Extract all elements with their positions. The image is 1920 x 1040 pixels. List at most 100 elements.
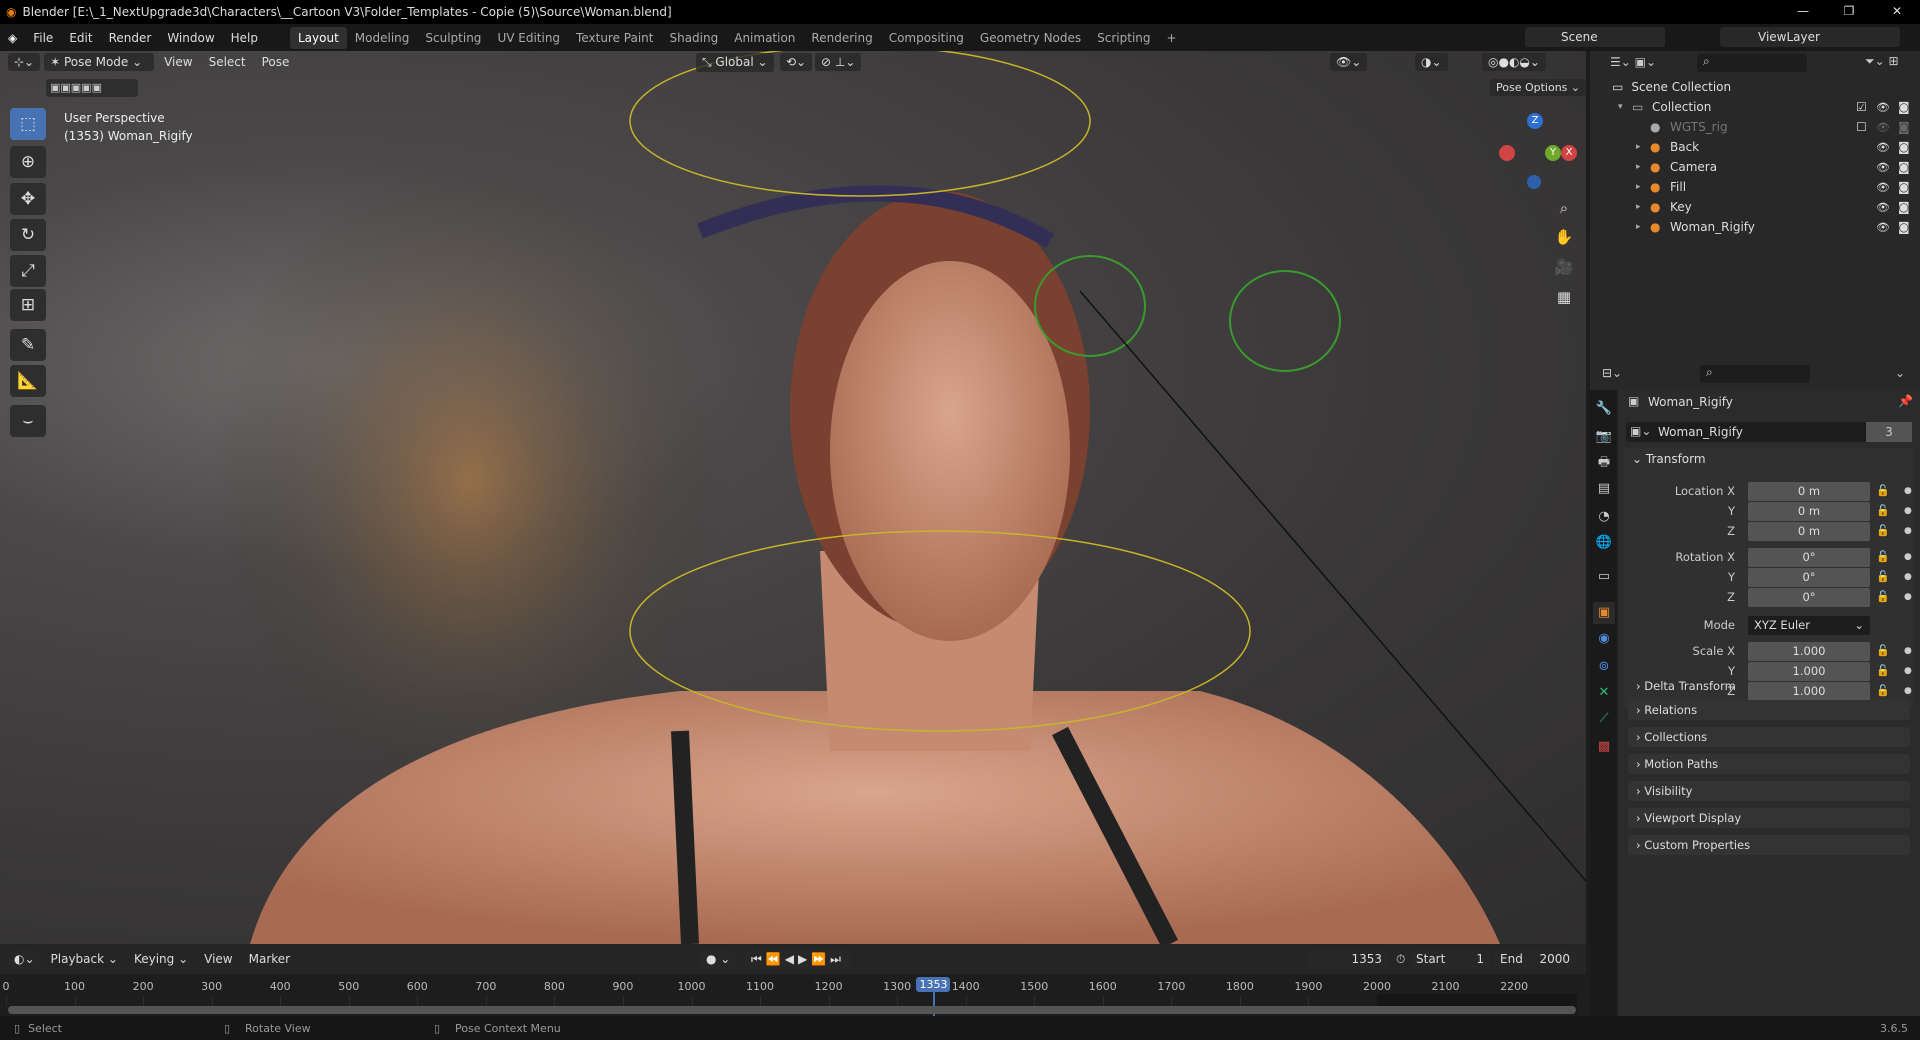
outliner-item[interactable]: ● WGTS_rig 👁 ◙ ☐: [1590, 117, 1920, 137]
object-data-armature-tab-icon[interactable]: ✕: [1593, 682, 1615, 704]
tab-geometry-nodes[interactable]: Geometry Nodes: [972, 27, 1089, 49]
keyframe-dot-icon[interactable]: ●: [1904, 486, 1912, 496]
menu-help[interactable]: Help: [223, 31, 266, 45]
timeline-scrollbar[interactable]: [8, 1006, 1576, 1014]
blender-menu-icon[interactable]: ◈: [0, 31, 25, 45]
orientation-selector[interactable]: ⤡ Global ⌄: [696, 52, 774, 72]
timeline[interactable]: ◐⌄ Playback ⌄ Keying ⌄ View Marker ● ⌄ ⏮…: [0, 944, 1586, 1016]
panel-collections[interactable]: › Collections: [1628, 727, 1910, 747]
delta-transform-panel[interactable]: › Delta Transform: [1628, 676, 1910, 696]
panel-visibility[interactable]: › Visibility: [1628, 781, 1910, 801]
eye-icon[interactable]: 👁: [1876, 181, 1890, 194]
transform-panel-header[interactable]: ⌄ Transform: [1632, 452, 1706, 466]
editor-type-icon[interactable]: ⊹⌄: [8, 53, 41, 71]
scene-selector[interactable]: Scene: [1525, 27, 1665, 47]
panel-viewport-display[interactable]: › Viewport Display: [1628, 808, 1910, 828]
eye-icon[interactable]: 👁: [1876, 101, 1890, 114]
menu-file[interactable]: File: [25, 31, 61, 45]
outliner-item[interactable]: ▸ ● Key 👁 ◙: [1590, 197, 1920, 217]
render-camera-icon[interactable]: ◙: [1898, 160, 1910, 174]
panel-relations[interactable]: › Relations: [1628, 700, 1910, 720]
close-button[interactable]: ✕: [1874, 0, 1920, 24]
transform-field[interactable]: 0°: [1748, 568, 1870, 587]
tab-uv-editing[interactable]: UV Editing: [489, 27, 568, 49]
keyframe-dot-icon[interactable]: ●: [1904, 666, 1912, 676]
outliner-item[interactable]: ▸ ● Back 👁 ◙: [1590, 137, 1920, 157]
scale-tool[interactable]: ⤢: [10, 255, 46, 287]
keyframe-dot-icon[interactable]: ●: [1904, 646, 1912, 656]
transform-field[interactable]: 0°: [1748, 548, 1870, 567]
measure-tool[interactable]: 📐: [10, 365, 46, 397]
keyframe-dot-icon[interactable]: ●: [1904, 552, 1912, 562]
outliner-item[interactable]: ▸ ● Woman_Rigify 👁 ◙: [1590, 217, 1920, 237]
menu-render[interactable]: Render: [101, 31, 160, 45]
3d-viewport[interactable]: User Perspective (1353) Woman_Rigify ⬚ ⊕…: [0, 51, 1586, 944]
outliner-item[interactable]: ▸ ● Camera 👁 ◙: [1590, 157, 1920, 177]
tab-rendering[interactable]: Rendering: [803, 27, 880, 49]
transform-tool[interactable]: ⊞: [10, 289, 46, 321]
transform-field[interactable]: 1.000: [1748, 642, 1870, 661]
perspective-grid-icon[interactable]: ▦: [1552, 285, 1576, 309]
tab-scripting[interactable]: Scripting: [1089, 27, 1158, 49]
select-box-tool[interactable]: ⬚: [10, 108, 46, 140]
eye-icon[interactable]: 👁: [1876, 141, 1890, 154]
rotation-mode-dropdown[interactable]: XYZ Euler ⌄: [1748, 616, 1870, 635]
expand-arrow-icon[interactable]: ▾: [1618, 102, 1632, 112]
move-tool[interactable]: ✥: [10, 183, 46, 215]
outliner-search[interactable]: ⌕: [1697, 54, 1807, 72]
transform-field[interactable]: 0 m: [1748, 502, 1870, 521]
tool-tab-icon[interactable]: 🔧: [1593, 398, 1615, 420]
user-count[interactable]: 3: [1866, 422, 1912, 442]
camera-view-icon[interactable]: 🎥: [1552, 255, 1576, 279]
gizmo-y-axis[interactable]: Y: [1545, 145, 1561, 161]
relax-tool[interactable]: ⌣: [10, 405, 46, 437]
exclude-checkbox[interactable]: ☐: [1856, 120, 1867, 134]
zoom-icon[interactable]: ⌕: [1552, 196, 1576, 220]
expand-arrow-icon[interactable]: ▸: [1636, 142, 1650, 152]
keyframe-dot-icon[interactable]: ●: [1904, 506, 1912, 516]
keyframe-dot-icon[interactable]: ●: [1904, 592, 1912, 602]
object-type-icon[interactable]: ▣⌄: [1630, 424, 1651, 438]
render-camera-icon[interactable]: ◙: [1898, 180, 1910, 194]
lock-icon[interactable]: 🔓: [1876, 550, 1890, 563]
mode-selector[interactable]: ✶ Pose Mode ⌄: [44, 53, 155, 71]
bone-tab-icon[interactable]: ⟋: [1593, 708, 1615, 730]
overlays-icon[interactable]: ◑⌄: [1415, 53, 1448, 71]
tab-modeling[interactable]: Modeling: [347, 27, 418, 49]
tab-compositing[interactable]: Compositing: [881, 27, 972, 49]
lock-icon[interactable]: 🔓: [1876, 484, 1890, 497]
transform-field[interactable]: 0°: [1748, 588, 1870, 607]
lock-icon[interactable]: 🔓: [1876, 644, 1890, 657]
render-tab-icon[interactable]: 📷: [1593, 426, 1615, 448]
lock-icon[interactable]: 🔓: [1876, 570, 1890, 583]
filter-icon[interactable]: ⏷⌄ ⊞: [1865, 54, 1899, 69]
outliner-display-mode[interactable]: ☰⌄ ▣⌄: [1610, 55, 1656, 69]
rotate-tool[interactable]: ↻: [10, 219, 46, 251]
gizmo-z-axis[interactable]: Z: [1527, 113, 1543, 129]
render-camera-icon[interactable]: ◙: [1898, 200, 1910, 214]
menu-view[interactable]: View: [158, 53, 198, 71]
scene-tab-icon[interactable]: ◔: [1593, 506, 1615, 528]
object-datablock-field[interactable]: ▣⌄ Woman_Rigify 3: [1626, 422, 1912, 442]
outliner-item[interactable]: ▸ ● Fill 👁 ◙: [1590, 177, 1920, 197]
tab-texture-paint[interactable]: Texture Paint: [568, 27, 661, 49]
pivot-icon[interactable]: ⟲⌄: [780, 53, 813, 71]
texture-tab-icon[interactable]: ▩: [1593, 736, 1615, 758]
gizmo-neg-z-axis[interactable]: [1527, 175, 1541, 189]
visibility-icon[interactable]: 👁⌄: [1330, 53, 1368, 71]
eye-icon[interactable]: 👁: [1876, 201, 1890, 214]
eye-icon[interactable]: 👁: [1876, 121, 1890, 134]
expand-arrow-icon[interactable]: ▸: [1636, 222, 1650, 232]
world-tab-icon[interactable]: 🌐: [1593, 532, 1615, 554]
expand-arrow-icon[interactable]: ▸: [1636, 202, 1650, 212]
menu-select[interactable]: Select: [203, 53, 252, 71]
menu-pose[interactable]: Pose: [256, 53, 296, 71]
navigation-gizmo[interactable]: Z Y X: [1495, 111, 1577, 191]
viewlayer-selector[interactable]: ViewLayer: [1720, 27, 1900, 47]
selection-mode-buttons[interactable]: ▣▣▣▣▣: [46, 79, 138, 97]
add-workspace-button[interactable]: +: [1159, 27, 1185, 49]
expand-arrow-icon[interactable]: ▸: [1636, 182, 1650, 192]
render-camera-icon[interactable]: ◙: [1898, 120, 1910, 134]
render-camera-icon[interactable]: ◙: [1898, 140, 1910, 154]
pan-hand-icon[interactable]: ✋: [1552, 225, 1576, 249]
